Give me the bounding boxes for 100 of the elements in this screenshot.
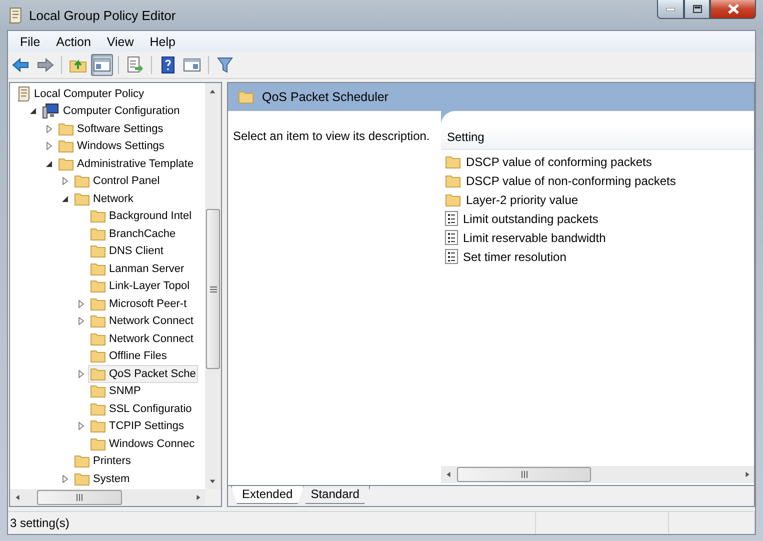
folder-icon (90, 314, 106, 328)
collapsed-arrow-icon[interactable] (61, 177, 69, 186)
maximize-icon (692, 5, 702, 13)
setting-row[interactable]: Set timer resolution (441, 247, 754, 266)
tree-item[interactable]: Background Intel (88, 208, 194, 225)
folder-icon (90, 332, 106, 346)
expanded-arrow-icon[interactable] (45, 160, 53, 168)
close-icon (728, 4, 738, 14)
vertical-scrollbar[interactable] (205, 83, 221, 489)
folder-icon (90, 226, 106, 241)
collapsed-arrow-icon[interactable] (61, 474, 69, 483)
tree-item[interactable]: System (72, 470, 132, 488)
scroll-left-icon[interactable] (14, 494, 20, 501)
tree-item[interactable]: Windows Settings (56, 138, 166, 155)
window-title: Local Group Policy Editor (29, 8, 177, 22)
header-title: QoS Packet Scheduler (262, 90, 388, 104)
computer-icon (42, 103, 60, 120)
menu-item[interactable]: File (12, 34, 48, 48)
tree-item[interactable]: Software Settings (56, 120, 166, 138)
collapsed-arrow-icon[interactable] (77, 317, 85, 326)
scroll-down-icon[interactable] (208, 478, 216, 484)
folder-icon (445, 154, 461, 168)
maximize-button[interactable] (684, 0, 710, 19)
folder-icon (74, 472, 90, 486)
folder-icon (90, 436, 106, 451)
setting-icon (445, 211, 458, 226)
view-tab[interactable]: Extended (231, 486, 304, 504)
setting-icon (445, 230, 458, 245)
collapsed-arrow-icon[interactable] (77, 370, 85, 378)
expanded-arrow-icon[interactable] (61, 194, 69, 203)
tree-item[interactable]: Computer Configuration (40, 102, 182, 120)
folder-icon (90, 244, 106, 258)
tree-item[interactable]: Network Connect (88, 312, 196, 330)
setting-row[interactable]: Limit reservable bandwidth (441, 228, 754, 247)
setting-row[interactable]: DSCP value of conforming packets (441, 152, 754, 171)
scroll-icon (7, 6, 23, 24)
menu-item[interactable]: Action (48, 34, 99, 48)
horizontal-scrollbar[interactable] (10, 489, 205, 506)
tree-item[interactable]: Printers (72, 452, 133, 470)
scroll-right-icon[interactable] (194, 494, 202, 501)
tree-item[interactable]: Administrative Template (56, 155, 196, 172)
tree-item[interactable]: Control Panel (72, 172, 162, 190)
expanded-arrow-icon[interactable] (29, 107, 37, 116)
menu-item[interactable]: View (98, 34, 142, 48)
folder-icon (238, 90, 254, 104)
scroll-left-icon[interactable] (444, 471, 452, 478)
folder-icon (58, 139, 74, 154)
collapsed-arrow-icon[interactable] (77, 422, 85, 430)
tree-item[interactable]: Windows Connec (88, 435, 197, 452)
back-arrow-icon (12, 56, 30, 74)
filter-icon (216, 56, 234, 74)
grip-icon (210, 286, 216, 292)
folder-icon (90, 296, 106, 311)
scroll-right-icon[interactable] (744, 471, 750, 478)
folder-icon (445, 174, 461, 188)
horizontal-scrollbar[interactable] (441, 466, 754, 483)
scroll-icon (16, 86, 31, 102)
tree-item[interactable]: Local Computer Policy (14, 85, 146, 102)
tree-item[interactable]: Network (72, 190, 136, 208)
tree-item[interactable]: QoS Packet Sche (88, 365, 198, 382)
tree-item[interactable]: Lanman Server (88, 260, 186, 278)
action-pane-icon (183, 56, 201, 74)
folder-icon (90, 209, 106, 224)
close-button[interactable] (710, 0, 756, 19)
tree-item[interactable]: Network Connect (88, 330, 196, 348)
minimize-button[interactable] (657, 0, 684, 19)
tree-item[interactable]: SSL Configuratio (88, 400, 194, 418)
help-icon (159, 56, 177, 74)
folder-icon (90, 419, 106, 434)
collapsed-arrow-icon[interactable] (45, 142, 53, 150)
description-text: Select an item to view its description. (233, 129, 430, 143)
folder-icon (90, 402, 106, 416)
export-list-icon (126, 56, 144, 74)
folder-icon (74, 174, 90, 188)
tree-item[interactable]: DNS Client (88, 242, 166, 260)
grip-icon (520, 471, 528, 478)
minimize-icon (666, 8, 675, 10)
collapsed-arrow-icon[interactable] (45, 124, 53, 133)
status-text: 3 setting(s) (8, 512, 536, 534)
folder-icon (90, 279, 106, 294)
tree-item[interactable]: Link-Layer Topol (88, 278, 192, 295)
tree-item[interactable]: Microsoft Peer-t (88, 295, 189, 312)
folder-icon (58, 122, 74, 136)
scroll-up-icon[interactable] (208, 88, 216, 94)
setting-row[interactable]: Layer-2 priority value (441, 190, 754, 209)
tree-item[interactable]: BranchCache (88, 225, 178, 242)
folder-icon (74, 454, 90, 468)
folder-icon (74, 192, 90, 206)
menu-item[interactable]: Help (142, 34, 184, 48)
folder-icon (58, 156, 74, 171)
tree-pane-icon (93, 56, 111, 74)
forward-arrow-icon (36, 56, 54, 74)
toolbar-button[interactable] (91, 54, 113, 76)
setting-row[interactable]: DSCP value of non-conforming packets (441, 171, 754, 190)
tree-item[interactable]: TCPIP Settings (88, 418, 186, 435)
tree-item[interactable]: SNMP (88, 382, 143, 400)
tree-item[interactable]: Offline Files (88, 348, 169, 365)
setting-row[interactable]: Limit outstanding packets (441, 209, 754, 228)
folder-icon (90, 262, 106, 276)
collapsed-arrow-icon[interactable] (77, 300, 85, 308)
